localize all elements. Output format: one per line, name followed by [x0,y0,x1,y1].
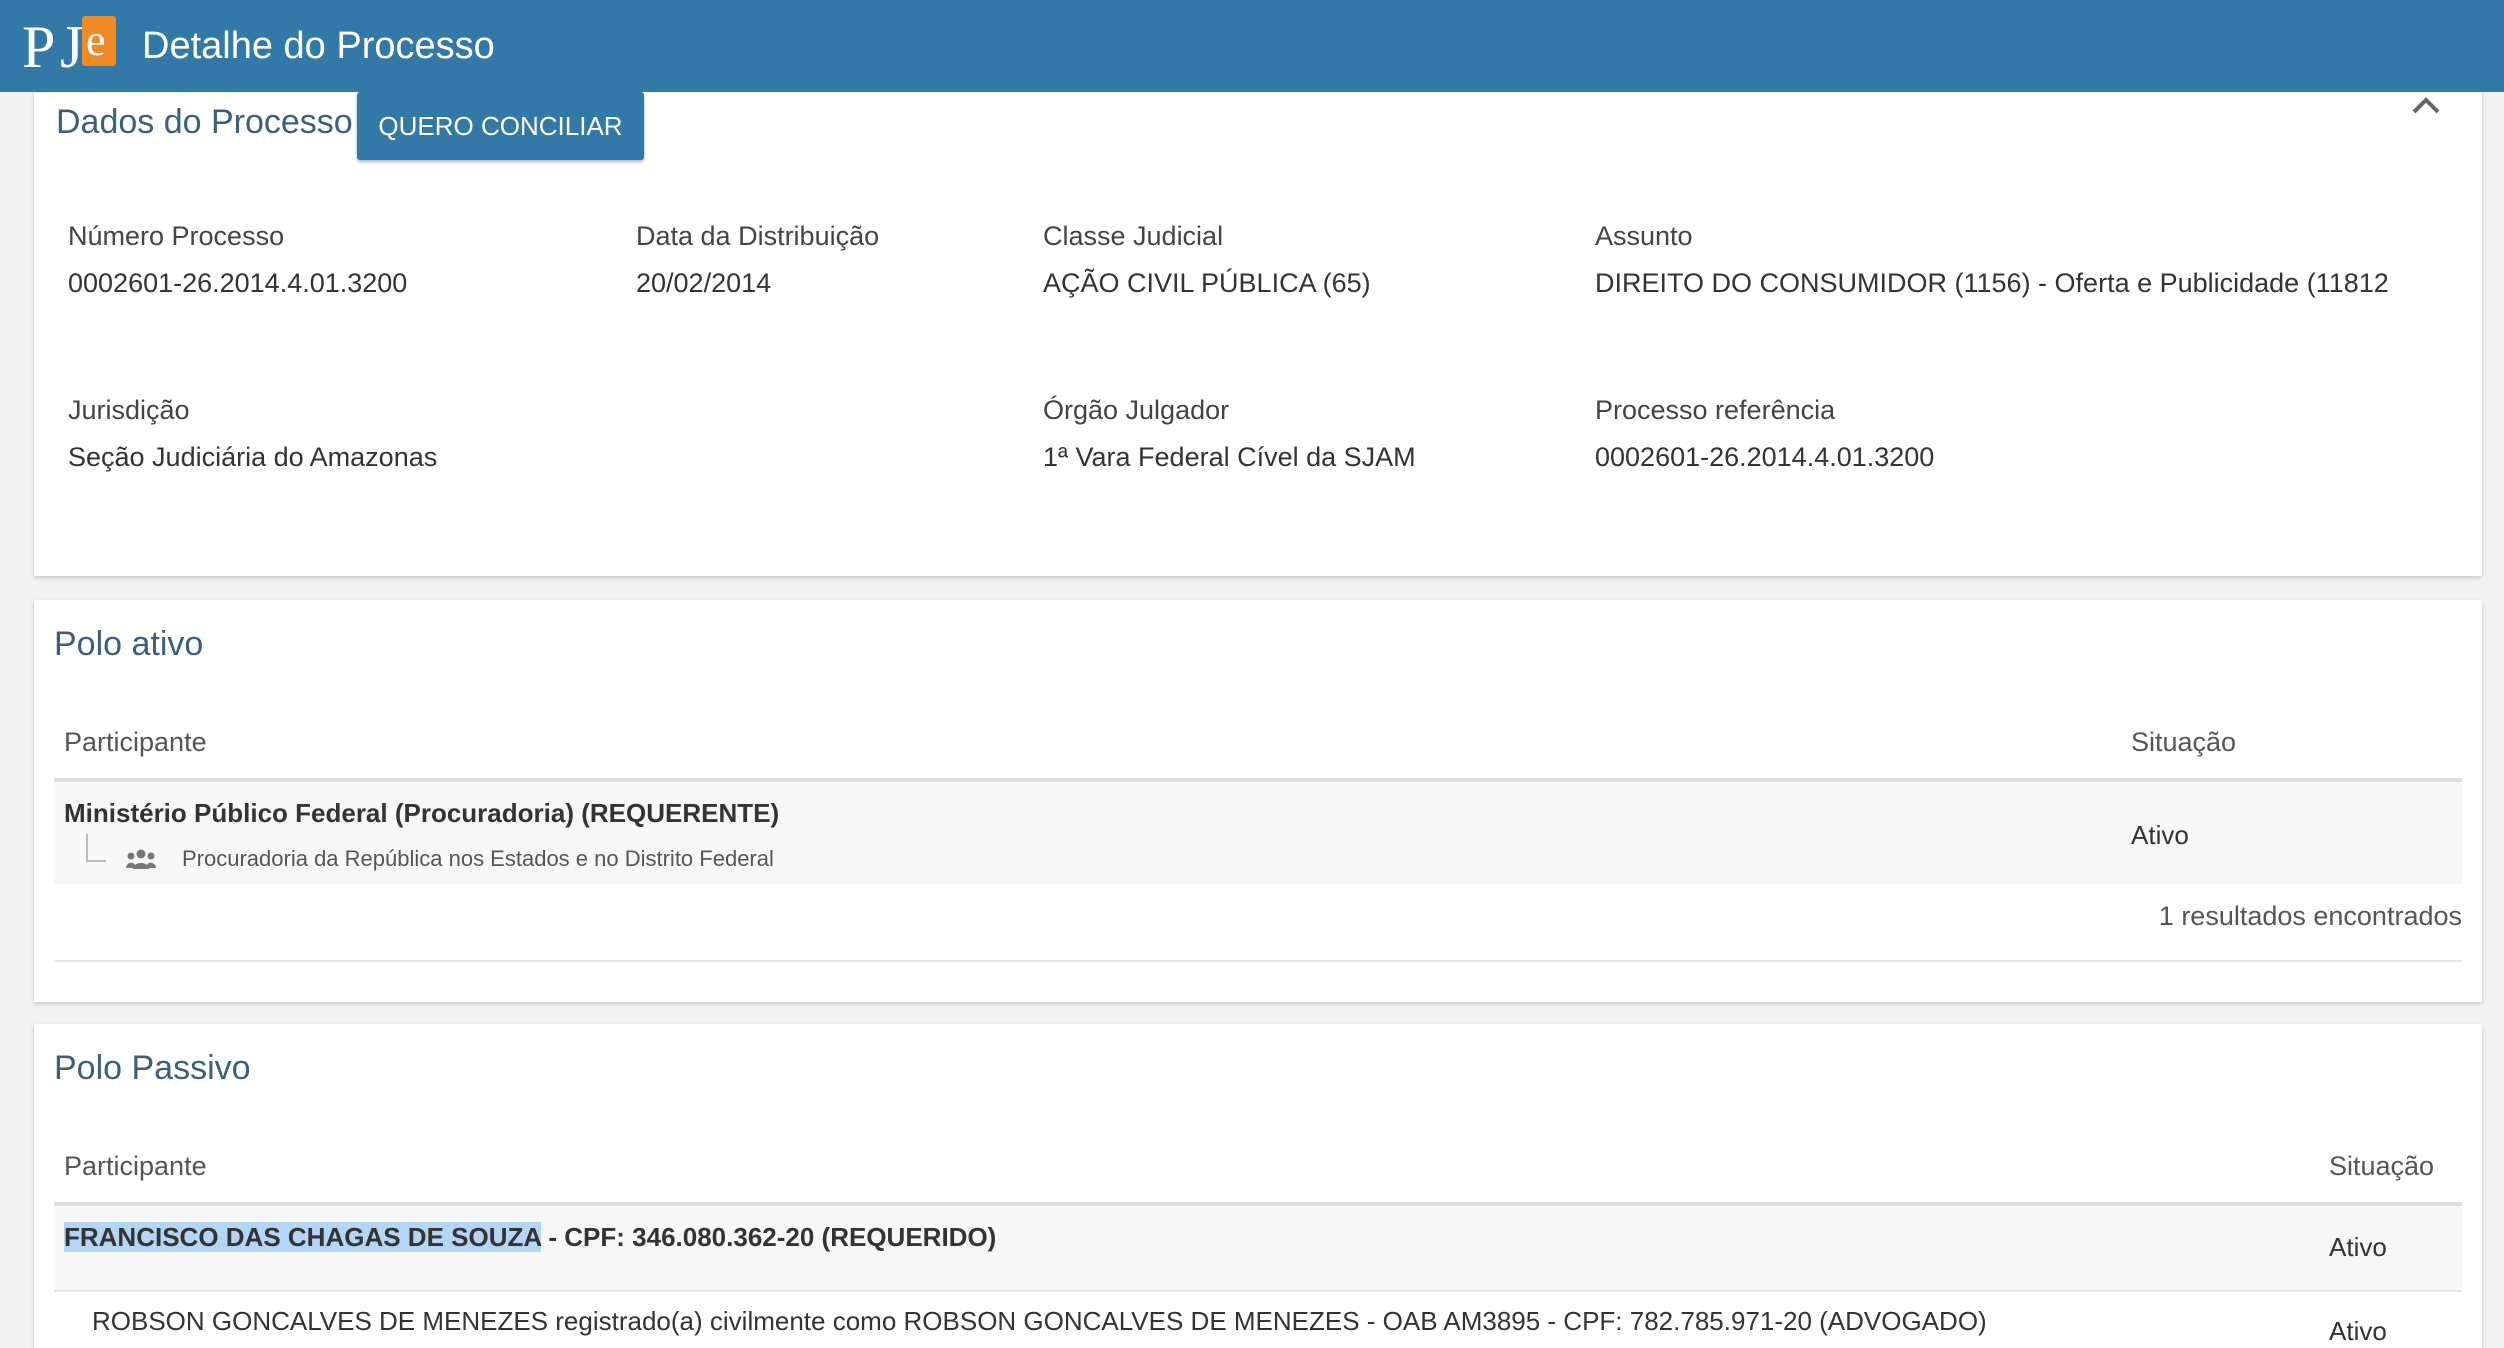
jurisdicao-value: Seção Judiciária do Amazonas [68,442,438,472]
polo-passivo-panel: Polo Passivo Participante Situação FRANC… [34,1024,2482,1348]
assunto-value: DIREITO DO CONSUMIDOR (1156) - Oferta e … [1595,268,2389,298]
page-title: Detalhe do Processo [142,25,495,67]
table-row: FRANCISCO DAS CHAGAS DE SOUZA - CPF: 346… [54,1206,2462,1290]
jurisdicao-label: Jurisdição [68,395,190,425]
data-distribuicao-label: Data da Distribuição [636,221,880,251]
participante-details: - CPF: 346.080.362-20 (REQUERIDO) [541,1222,997,1252]
orgao-julgador-label: Órgão Julgador [1043,395,1230,425]
processo-referencia-label: Processo referência [1595,395,1836,425]
top-bar: P J e Detalhe do Processo [0,0,2504,92]
pje-logo[interactable]: P J e [22,10,118,84]
quero-conciliar-button[interactable]: QUERO CONCILIAR [357,92,644,160]
chevron-up-icon[interactable] [2406,90,2446,120]
participante-name[interactable]: FRANCISCO DAS CHAGAS DE SOUZA - CPF: 346… [64,1220,996,1254]
selected-text-highlight: FRANCISCO DAS CHAGAS DE SOUZA [64,1222,542,1252]
advogado-name[interactable]: ROBSON GONCALVES DE MENEZES registrado(a… [92,1304,1987,1338]
numero-processo-value: 0002601-26.2014.4.01.3200 [68,268,408,298]
polo-passivo-title: Polo Passivo [54,1049,251,1087]
data-distribuicao-value: 20/02/2014 [636,268,772,298]
col-participante-header: Participante [64,1151,207,1181]
assunto-label: Assunto [1595,221,1693,251]
group-icon [126,849,156,869]
advogado-status: Ativo [2329,1316,2387,1346]
orgao-julgador-value: 1ª Vara Federal Cível da SJAM [1043,442,1416,472]
classe-judicial-value: AÇÃO CIVIL PÚBLICA (65) [1043,268,1371,298]
classe-judicial-label: Classe Judicial [1043,221,1224,251]
processo-referencia-value[interactable]: 0002601-26.2014.4.01.3200 [1595,439,1934,475]
col-situacao-header: Situação [2329,1151,2435,1181]
dados-processo-panel: Dados do Processo QUERO CONCILIAR Número… [34,70,2482,576]
results-count: 1 resultados encontrados [2158,901,2462,931]
row-divider [54,1290,2462,1292]
polo-ativo-title: Polo ativo [54,625,204,663]
numero-processo-label: Número Processo [68,221,285,251]
polo-ativo-panel: Polo ativo Participante Situação Ministé… [34,600,2482,1002]
participante-representante: Procuradoria da República nos Estados e … [182,846,774,871]
dados-processo-title: Dados do Processo [56,103,353,141]
participante-name[interactable]: Ministério Público Federal (Procuradoria… [64,796,779,830]
tree-connector [86,834,106,862]
col-participante-header: Participante [64,727,207,757]
participante-status: Ativo [2131,820,2189,850]
participante-status: Ativo [2329,1232,2387,1262]
col-situacao-header: Situação [2131,727,2237,757]
table-row: Ministério Público Federal (Procuradoria… [54,782,2462,884]
table-footer-divider [54,960,2462,962]
